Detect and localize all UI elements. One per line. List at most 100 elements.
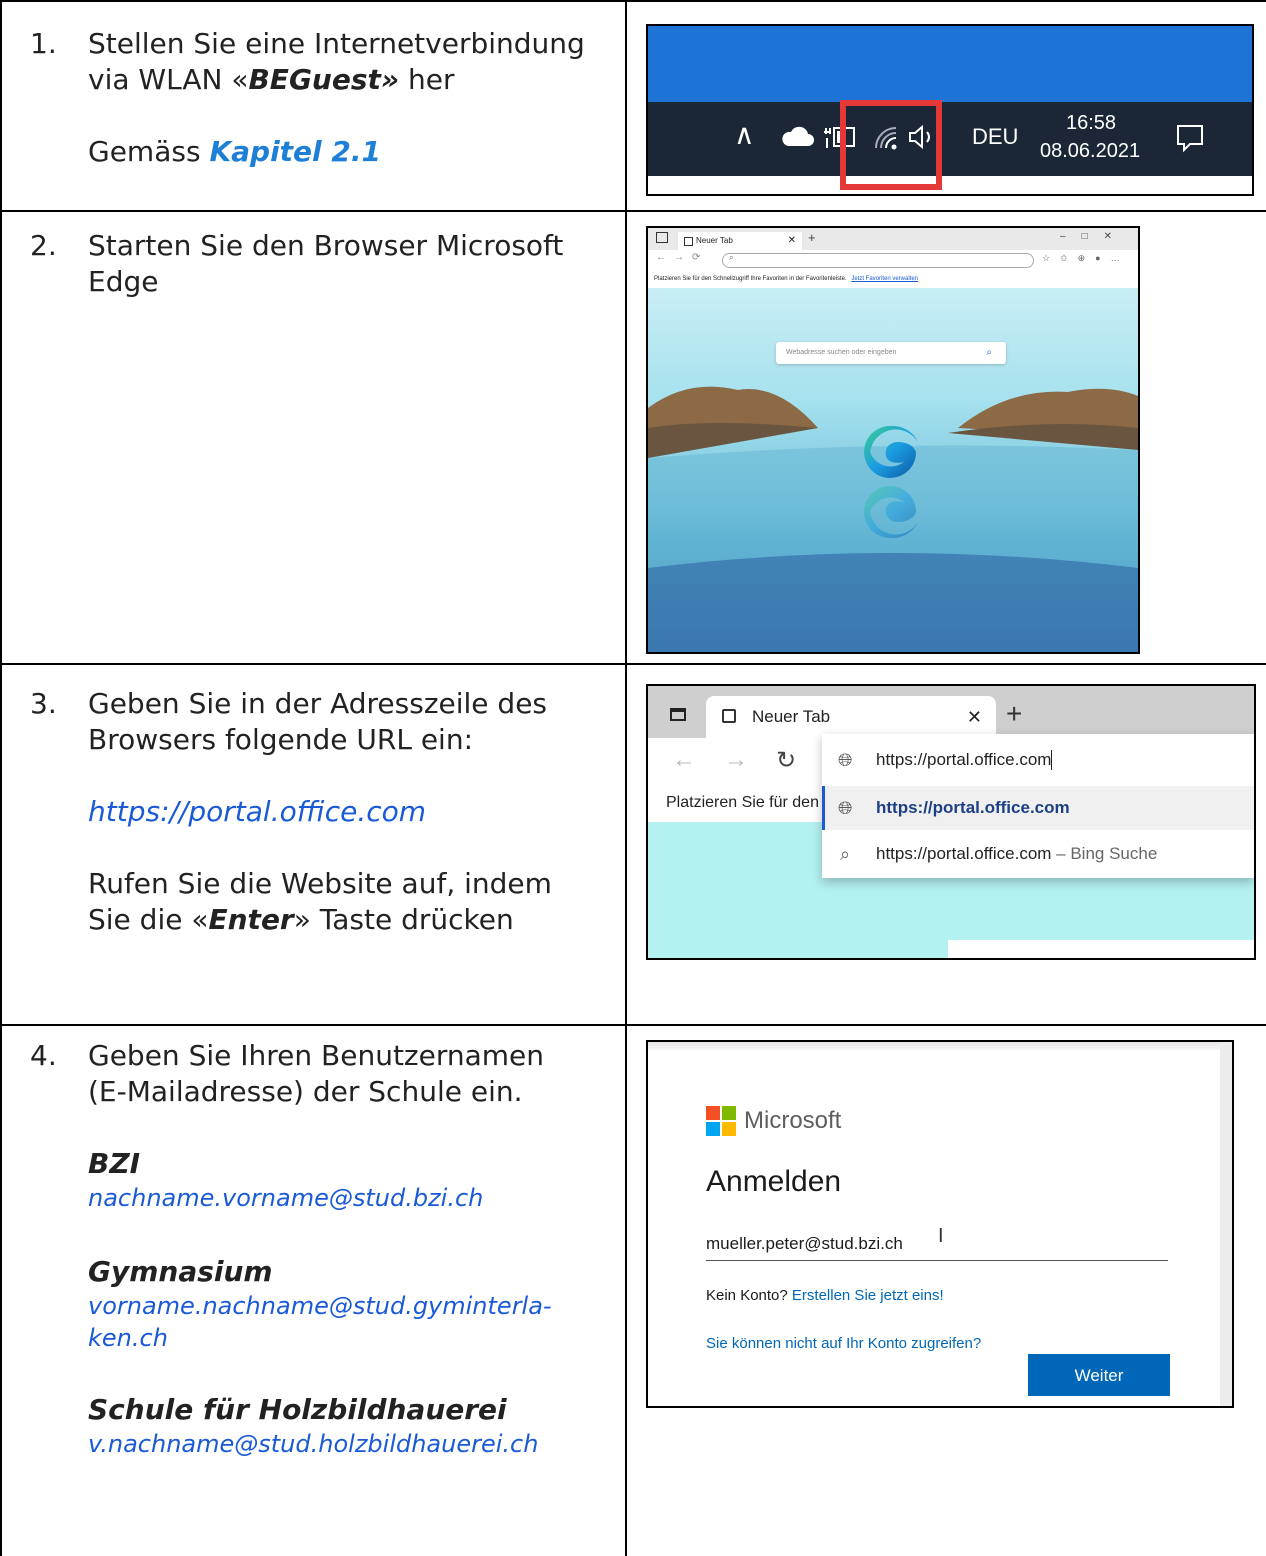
text-cursor-icon: I: [938, 1225, 944, 1247]
text-fragment: her: [399, 63, 455, 96]
search-icon: ⌕: [840, 844, 851, 864]
search-icon: ⌕: [729, 253, 734, 262]
forward-icon[interactable]: →: [724, 746, 748, 774]
nav-icons[interactable]: ←→⟳: [656, 252, 708, 263]
search-icon[interactable]: ⌕: [986, 342, 992, 364]
address-input-row[interactable]: 🌐︎ https://portal.office.com: [822, 738, 1254, 782]
search-placeholder: Webadresse suchen oder eingeben: [786, 349, 897, 356]
search-box[interactable]: Webadresse suchen oder eingeben ⌕: [776, 342, 1006, 364]
suggestion-search[interactable]: ⌕ https://portal.office.com – Bing Suche: [822, 832, 1254, 876]
step-number: 2.: [30, 229, 57, 262]
window-edge: [648, 1042, 1232, 1050]
create-account-link[interactable]: Erstellen Sie jetzt eins!: [792, 1287, 944, 1304]
desktop-background: [648, 26, 1252, 102]
next-button[interactable]: Weiter: [1028, 1354, 1170, 1396]
cant-access-link[interactable]: Sie können nicht auf Ihr Konto zugreifen…: [706, 1334, 981, 1354]
edge-logo-icon: [864, 425, 918, 539]
email-value: mueller.peter@stud.bzi.ch: [706, 1234, 903, 1253]
step-number: 3.: [30, 687, 57, 720]
page-card: [948, 940, 1254, 958]
favorites-bar: Platzieren Sie für den Schnellzugriff Ih…: [648, 270, 1138, 289]
text-fragment: Gemäss: [88, 135, 210, 168]
signin-screenshot: Microsoft Anmelden mueller.peter@stud.bz…: [646, 1040, 1234, 1408]
table-row-divider-2: [0, 663, 1266, 665]
email-field[interactable]: mueller.peter@stud.bzi.ch I: [706, 1225, 1168, 1261]
step-line: Rufen Sie die Website auf, indem: [88, 867, 552, 900]
new-tab-icon[interactable]: +: [1006, 696, 1022, 732]
language-indicator[interactable]: DEU: [972, 122, 1018, 152]
window-controls[interactable]: –□✕: [1060, 231, 1128, 242]
tab-favicon-icon: [722, 709, 736, 723]
brand-name: Microsoft: [744, 1107, 842, 1134]
school-name: Schule für Holzbildhauerei: [88, 1393, 507, 1426]
cloud-icon[interactable]: [780, 126, 814, 148]
clock-time[interactable]: 16:58: [1066, 110, 1116, 136]
clock-date[interactable]: 08.06.2021: [1040, 138, 1140, 164]
close-icon[interactable]: ✕: [967, 696, 982, 738]
tab-strip: Neuer Tab ✕ +: [648, 686, 1254, 738]
text-fragment: Sie die «: [88, 903, 209, 936]
step-line: Geben Sie in der Adresszeile des: [88, 687, 548, 720]
edge-address-screenshot: Neuer Tab ✕ + ← → ↻ Platzieren Sie für d…: [646, 684, 1256, 960]
newtab-background: Webadresse suchen oder eingeben ⌕: [648, 288, 1138, 652]
step-line: Geben Sie Ihren Benutzernamen: [88, 1039, 545, 1072]
school-mail-cont: ken.ch: [88, 1324, 168, 1352]
favorites-link[interactable]: Jetzt Favoriten verwalten: [851, 276, 918, 282]
refresh-icon[interactable]: ↻: [776, 746, 796, 775]
portal-url[interactable]: https://portal.office.com: [88, 794, 628, 830]
search-query: https://portal.office.com: [876, 844, 1052, 863]
tab-actions-icon[interactable]: [670, 708, 686, 721]
step-text: Starten Sie den Browser Microsoft Edge: [88, 228, 628, 300]
step-text: Geben Sie Ihren Benutzernamen (E-Mailadr…: [88, 1038, 628, 1460]
step-text: Geben Sie in der Adresszeile des Browser…: [88, 686, 628, 938]
step-line: (E-Mailadresse) der Schule ein.: [88, 1075, 523, 1108]
favorites-text: Platzieren Sie für den Schnellzugriff Ih…: [654, 276, 847, 282]
school-mail: nachname.vorname@stud.bzi.ch: [88, 1184, 484, 1212]
new-tab-icon[interactable]: +: [808, 230, 816, 245]
suggestion-text: https://portal.office.com – Bing Suche: [876, 832, 1157, 876]
chevron-up-icon[interactable]: ∧: [734, 118, 755, 151]
close-icon[interactable]: ✕: [788, 232, 796, 250]
tab-label: Neuer Tab: [752, 707, 831, 726]
table-row-divider-3: [0, 1024, 1266, 1026]
tab-label: Neuer Tab: [696, 236, 733, 245]
address-input[interactable]: https://portal.office.com: [876, 750, 1053, 770]
wlan-name: BEGuest»: [248, 63, 400, 96]
table-row-divider-1: [0, 210, 1266, 212]
school-mail: v.nachname@stud.holzbildhauerei.ch: [88, 1430, 539, 1458]
school-mail: vorname.nachname@stud.gyminterla-: [88, 1292, 552, 1320]
step-number: 4.: [30, 1039, 57, 1072]
tab-actions-icon[interactable]: [656, 232, 668, 243]
edge-newtab-screenshot: Neuer Tab ✕ + –□✕ ←→⟳ ⌕ ☆✩⊕●… Platzieren…: [646, 226, 1140, 654]
globe-icon: 🌐︎: [838, 798, 853, 818]
toolbar-icons[interactable]: ☆✩⊕●…: [1042, 253, 1130, 264]
search-engine: – Bing Suche: [1051, 844, 1158, 863]
enter-key: Enter: [208, 903, 294, 936]
tab-new[interactable]: Neuer Tab ✕: [706, 696, 996, 738]
step-line: Browsers folgende URL ein:: [88, 723, 473, 756]
signin-title: Anmelden: [706, 1165, 842, 1198]
tab-new[interactable]: Neuer Tab ✕: [678, 232, 802, 250]
taskbar: ∧ DEU 16:58 08.06.2021: [648, 102, 1252, 176]
step-line: Sie die «Enter» Taste drücken: [88, 902, 628, 938]
globe-icon: 🌐︎: [838, 750, 853, 770]
school-name: Gymnasium: [88, 1255, 273, 1288]
tab-favicon-icon: [684, 237, 693, 246]
chapter-link[interactable]: Kapitel 2.1: [209, 135, 381, 168]
no-account-text: Kein Konto?: [706, 1287, 788, 1304]
address-dropdown: 🌐︎ https://portal.office.com 🌐︎ https://…: [822, 734, 1254, 878]
tab-strip: Neuer Tab ✕ + –□✕: [648, 228, 1138, 250]
step-line: Starten Sie den Browser Microsoft: [88, 229, 564, 262]
chapter-reference: Gemäss Kapitel 2.1: [88, 134, 628, 170]
step-line: Edge: [88, 265, 159, 298]
address-bar: ←→⟳ ⌕ ☆✩⊕●…: [648, 250, 1138, 270]
suggestion-url[interactable]: 🌐︎ https://portal.office.com: [822, 786, 1254, 830]
school-name: BZI: [88, 1147, 141, 1180]
window-edge: [1220, 1042, 1232, 1406]
no-account-line: Kein Konto? Erstellen Sie jetzt eins!: [706, 1286, 944, 1306]
back-icon[interactable]: ←: [672, 746, 696, 774]
step-line: via WLAN «BEGuest» her: [88, 62, 628, 98]
favorites-text: Platzieren Sie für den Sc: [666, 794, 843, 811]
notification-icon[interactable]: [1174, 122, 1206, 154]
url-field[interactable]: ⌕: [722, 253, 1034, 268]
